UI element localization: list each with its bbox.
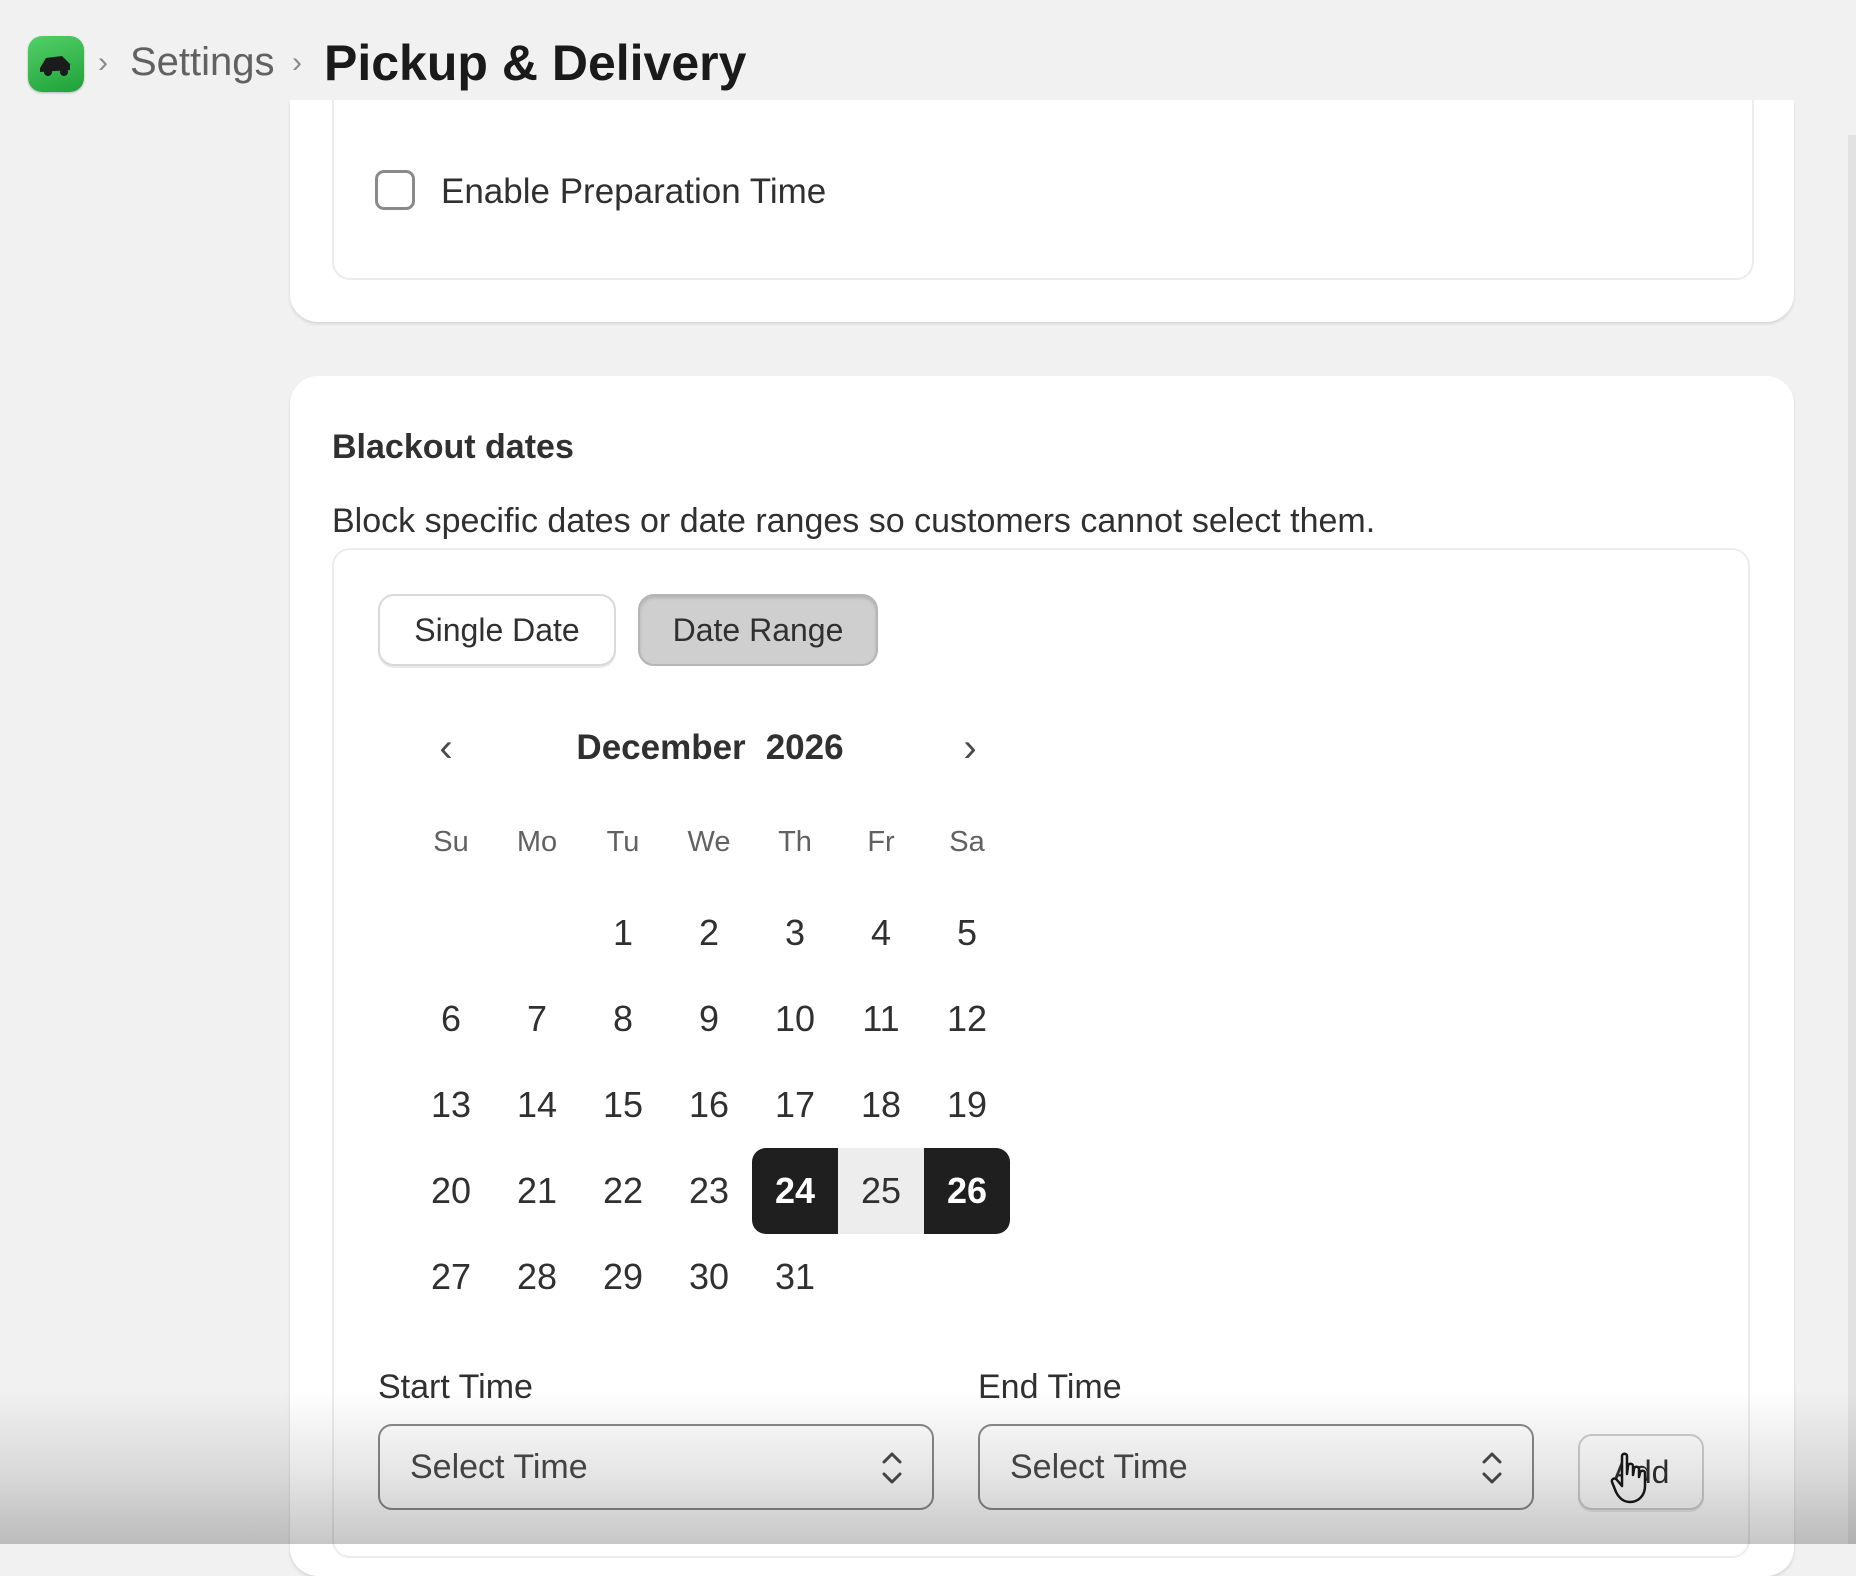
date-range-button[interactable]: Date Range [638,594,878,666]
calendar-day[interactable]: 10 [752,976,838,1062]
calendar-day[interactable]: 2 [666,890,752,976]
weekday-label: Fr [867,826,895,858]
calendar-day[interactable]: 22 [580,1148,666,1234]
calendar-day[interactable]: 15 [580,1062,666,1148]
enable-preparation-checkbox[interactable] [375,170,415,210]
calendar-day-range-start[interactable]: 24 [752,1148,838,1234]
calendar-day[interactable]: 9 [666,976,752,1062]
select-updown-icon [882,1452,902,1484]
calendar-day[interactable]: 6 [408,976,494,1062]
app-logo-icon[interactable] [28,36,84,92]
calendar-day[interactable]: 28 [494,1234,580,1320]
blackout-title: Blackout dates [332,428,574,466]
start-time-label: Start Time [378,1368,533,1406]
calendar-day[interactable]: 11 [838,976,924,1062]
pointer-hand-icon [1610,1452,1647,1504]
calendar-day[interactable]: 4 [838,890,924,976]
end-time-select[interactable]: Select Time [978,1424,1534,1510]
blackout-description: Block specific dates or date ranges so c… [332,502,1376,540]
weekday-header: Su Mo Tu We Th Fr Sa [408,826,1008,866]
calendar-month: December [576,728,746,767]
weekday-label: Su [433,826,469,858]
enable-preparation-label[interactable]: Enable Preparation Time [441,172,826,212]
breadcrumb-settings-link[interactable]: Settings [130,40,275,85]
end-time-value: Select Time [1010,1448,1188,1486]
end-time-label: End Time [978,1368,1122,1406]
page-title: Pickup & Delivery [324,35,747,91]
calendar-day[interactable]: 7 [494,976,580,1062]
calendar-month-title: December 2026 [510,728,910,768]
calendar-day[interactable]: 29 [580,1234,666,1320]
calendar-day[interactable]: 18 [838,1062,924,1148]
prev-month-icon[interactable]: ‹ [426,726,466,770]
calendar-day[interactable]: 8 [580,976,666,1062]
start-time-value: Select Time [410,1448,588,1486]
calendar-day[interactable]: 16 [666,1062,752,1148]
calendar-year: 2026 [765,728,844,767]
calendar-day-in-range[interactable]: 25 [838,1148,924,1234]
calendar-day[interactable]: 12 [924,976,1010,1062]
breadcrumb-chevron-icon: › [98,46,108,79]
calendar-day[interactable]: 13 [408,1062,494,1148]
calendar-day[interactable]: 30 [666,1234,752,1320]
calendar-day[interactable]: 21 [494,1148,580,1234]
calendar-day[interactable]: 3 [752,890,838,976]
calendar-day-range-end[interactable]: 26 [924,1148,1010,1234]
select-updown-icon [1482,1452,1502,1484]
weekday-label: Sa [949,826,985,858]
calendar-day[interactable]: 19 [924,1062,1010,1148]
calendar-day[interactable]: 14 [494,1062,580,1148]
calendar-day[interactable]: 27 [408,1234,494,1320]
weekday-label: Tu [606,826,640,858]
calendar-grid: 1 2 3 4 5 6 7 8 9 10 11 12 13 14 15 16 17 18 19 20 21 22 23 24 2… [408,890,1010,1350]
weekday-label: We [687,826,731,858]
calendar-day[interactable]: 31 [752,1234,838,1320]
weekday-label: Mo [516,826,558,858]
start-time-select[interactable]: Select Time [378,1424,934,1510]
scrollbar-track[interactable] [1848,135,1856,1544]
calendar-day[interactable]: 23 [666,1148,752,1234]
calendar-day[interactable]: 5 [924,890,1010,976]
weekday-label: Th [778,826,812,858]
single-date-button[interactable]: Single Date [378,594,616,666]
calendar-day[interactable]: 17 [752,1062,838,1148]
next-month-icon[interactable]: › [950,726,990,770]
breadcrumb-chevron-icon: › [292,46,302,79]
calendar-day[interactable]: 1 [580,890,666,976]
calendar-day[interactable]: 20 [408,1148,494,1234]
